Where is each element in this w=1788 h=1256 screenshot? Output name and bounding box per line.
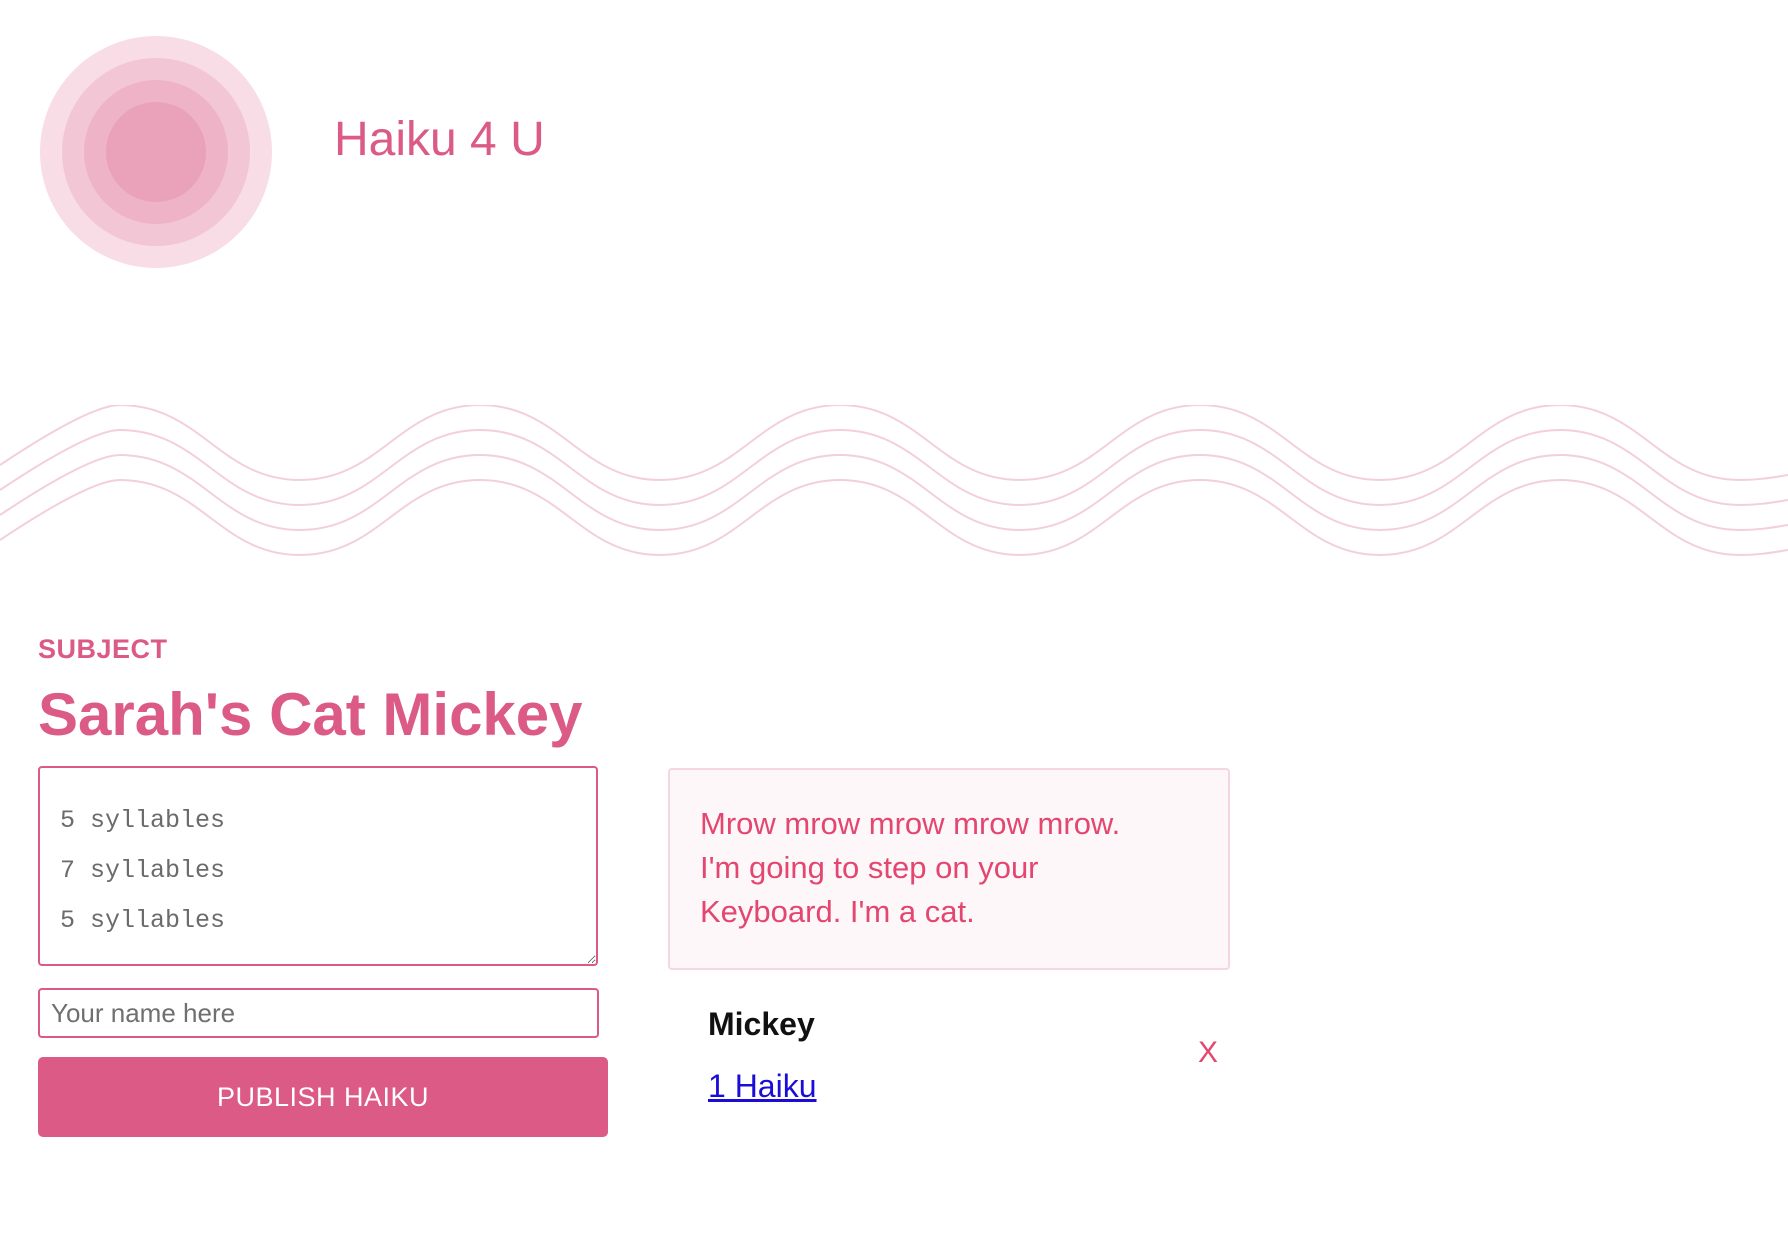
haiku-line: I'm going to step on your bbox=[700, 850, 1039, 885]
haiku-line: Mrow mrow mrow mrow mrow. bbox=[700, 806, 1121, 841]
publish-haiku-button[interactable]: PUBLISH HAIKU bbox=[38, 1057, 608, 1137]
subject-title: Sarah's Cat Mickey bbox=[38, 681, 583, 748]
concentric-circles-logo bbox=[40, 36, 272, 268]
page: Haiku 4 U SUBJECT Sarah's Cat Mickey PUB… bbox=[0, 0, 1788, 1256]
delete-haiku-button[interactable]: X bbox=[1198, 1036, 1218, 1070]
haiku-line: Keyboard. I'm a cat. bbox=[700, 894, 975, 929]
haiku-textarea[interactable] bbox=[38, 766, 598, 966]
app-title: Haiku 4 U bbox=[334, 113, 545, 166]
name-input[interactable] bbox=[38, 988, 599, 1038]
haiku-card: Mrow mrow mrow mrow mrow. I'm going to s… bbox=[668, 768, 1230, 970]
decorative-waves bbox=[0, 405, 1788, 557]
subject-label: SUBJECT bbox=[38, 634, 168, 664]
author-haiku-count-link[interactable]: 1 Haiku bbox=[708, 1068, 817, 1105]
haiku-author: Mickey bbox=[708, 1006, 815, 1042]
